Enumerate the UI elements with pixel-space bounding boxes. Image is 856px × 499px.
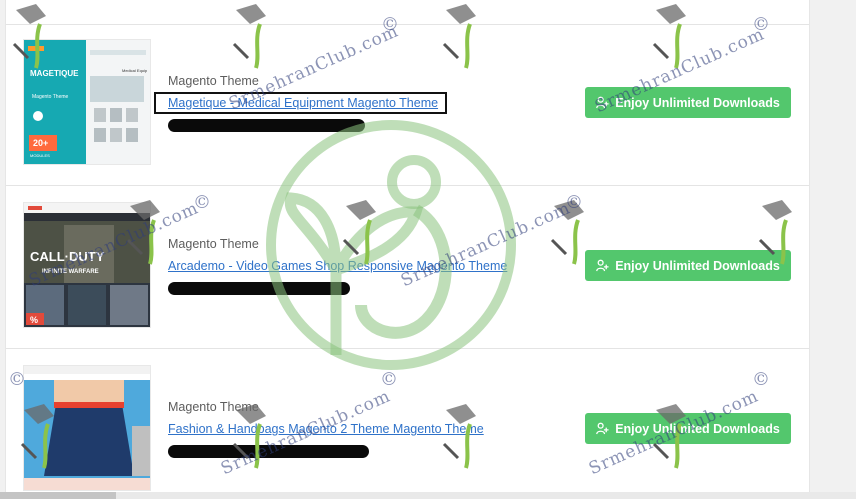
watermark-copyright: © (193, 192, 212, 213)
download-button-label: Enjoy Unlimited Downloads (615, 258, 780, 273)
watermark-copyright: © (752, 369, 771, 390)
add-user-icon (596, 422, 609, 435)
product-thumbnail[interactable] (24, 366, 150, 490)
thumb-badge: % (30, 315, 38, 325)
thumb-badge-label: MODULES (30, 153, 50, 158)
focus-outline (154, 92, 447, 114)
magetique-preview-image: MAGETIQUE Magento Theme 20+ MODULES Medi… (24, 40, 150, 164)
download-button[interactable]: Enjoy Unlimited Downloads (585, 250, 791, 281)
horizontal-scrollbar[interactable] (0, 492, 856, 499)
watermark-copyright: © (752, 14, 771, 35)
redacted-text (168, 119, 365, 132)
watermark-copyright: © (380, 369, 399, 390)
add-user-icon (596, 259, 609, 272)
thumb-subtitle: Magento Theme (32, 94, 69, 100)
thumb-badge: 20+ (33, 138, 48, 148)
list-item: CALL·DUTY INFINITE WARFARE % Magento The… (6, 185, 809, 349)
thumb-inner-label: Medical Equip (122, 68, 148, 73)
product-thumbnail[interactable]: MAGETIQUE Magento Theme 20+ MODULES Medi… (24, 40, 150, 164)
scrollbar-thumb[interactable] (0, 492, 116, 499)
redacted-text (168, 282, 350, 295)
watermark-copyright: © (8, 369, 27, 390)
watermark-copyright: © (381, 14, 400, 35)
fashion-preview-image (24, 366, 150, 490)
thumb-brand: MAGETIQUE (30, 69, 79, 78)
watermark-copyright: © (565, 192, 584, 213)
